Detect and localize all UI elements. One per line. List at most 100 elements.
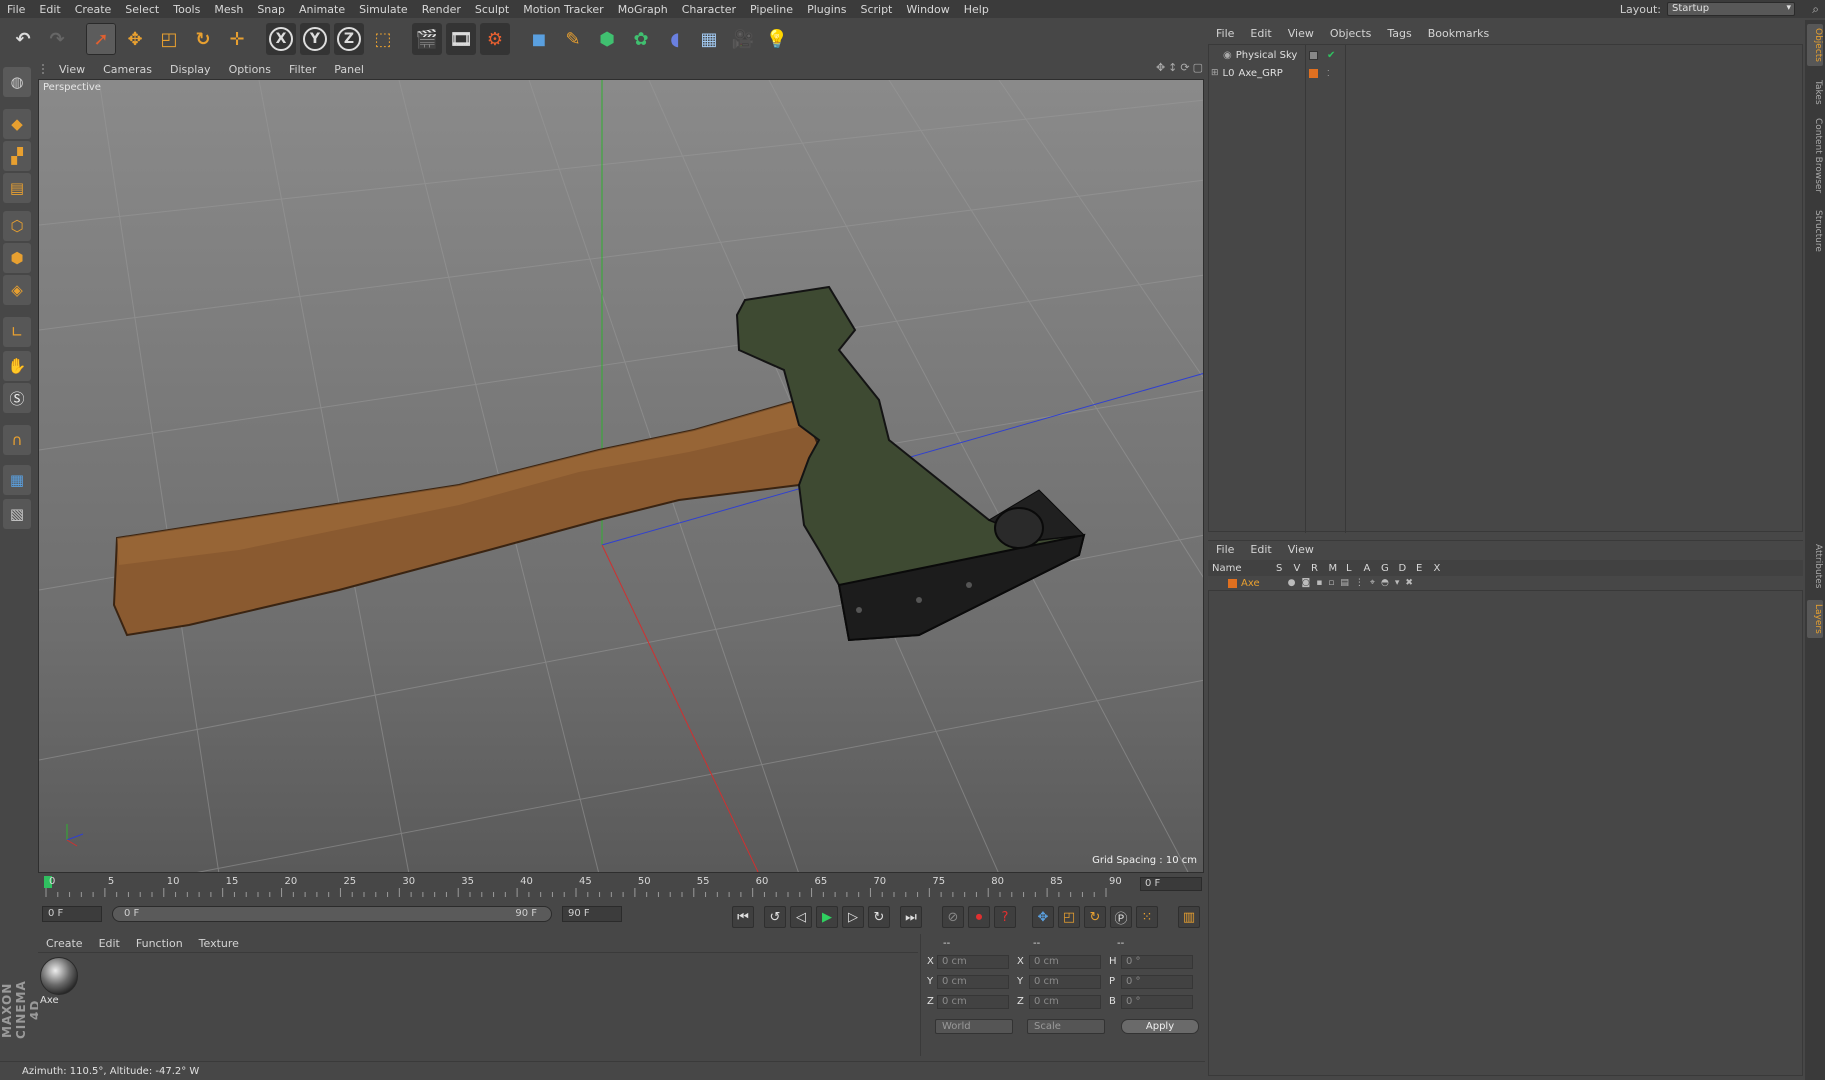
- key-rotation-icon[interactable]: ↻: [1084, 906, 1106, 928]
- object-menu-file[interactable]: File: [1208, 27, 1242, 40]
- autokey-icon[interactable]: ⏺: [968, 906, 990, 928]
- workplane-icon[interactable]: ▤: [3, 173, 31, 203]
- lock-workplane-icon[interactable]: ▧: [3, 499, 31, 529]
- go-to-start-icon[interactable]: ⏮: [732, 906, 754, 928]
- pos-z-field[interactable]: 0 cm: [937, 995, 1009, 1009]
- coordinate-system-dropdown[interactable]: World: [935, 1019, 1013, 1034]
- subdivision-icon[interactable]: ⬢: [592, 23, 622, 55]
- add-icon[interactable]: ✛: [222, 23, 252, 55]
- layer-column-l[interactable]: L: [1346, 563, 1352, 574]
- menu-character[interactable]: Character: [675, 3, 743, 16]
- menu-file[interactable]: File: [0, 3, 32, 16]
- layer-menu-file[interactable]: File: [1208, 543, 1242, 556]
- x-axis-icon[interactable]: X: [266, 23, 296, 55]
- key-pla-icon[interactable]: ⁙: [1136, 906, 1158, 928]
- apply-button[interactable]: Apply: [1121, 1019, 1199, 1034]
- prev-frame-icon[interactable]: ◁: [790, 906, 812, 928]
- pos-y-field[interactable]: 0 cm: [937, 975, 1009, 989]
- rot-b-field[interactable]: 0 °: [1121, 995, 1193, 1009]
- y-axis-icon[interactable]: Y: [300, 23, 330, 55]
- perspective-viewport[interactable]: Perspective Grid Spacing : 10 cm: [38, 79, 1204, 873]
- dolly-icon[interactable]: ↕: [1168, 61, 1177, 74]
- key-scale-icon[interactable]: ◰: [1058, 906, 1080, 928]
- size-z-field[interactable]: 0 cm: [1029, 995, 1101, 1009]
- tab-takes[interactable]: Takes: [1807, 76, 1823, 109]
- material-menu-function[interactable]: Function: [128, 937, 191, 950]
- menu-tools[interactable]: Tools: [166, 3, 207, 16]
- menu-mograph[interactable]: MoGraph: [611, 3, 675, 16]
- range-slider[interactable]: 0 F 90 F: [112, 906, 552, 922]
- object-menu-bookmarks[interactable]: Bookmarks: [1420, 27, 1497, 40]
- tweak-mode-icon[interactable]: ✋: [3, 351, 31, 381]
- material-menu-edit[interactable]: Edit: [91, 937, 128, 950]
- layer-color-swatch[interactable]: [1228, 578, 1237, 588]
- rot-p-field[interactable]: 0 °: [1121, 975, 1193, 989]
- live-select-icon[interactable]: ➚: [86, 23, 116, 55]
- magnet-icon[interactable]: ∩: [3, 425, 31, 455]
- tab-objects[interactable]: Objects: [1807, 24, 1823, 67]
- layer-column-r[interactable]: R: [1311, 563, 1318, 574]
- pan-icon[interactable]: ✥: [1156, 61, 1165, 74]
- material-axe[interactable]: Axe: [40, 957, 80, 1007]
- layout-dropdown[interactable]: Startup: [1667, 2, 1795, 16]
- object-row-physical-sky[interactable]: ◉ Physical Sky ✔: [1209, 47, 1802, 63]
- viewport-menu-cameras[interactable]: Cameras: [94, 63, 161, 76]
- render-picture-viewer-icon[interactable]: 🎞: [446, 23, 476, 55]
- menu-edit[interactable]: Edit: [32, 3, 67, 16]
- pen-icon[interactable]: ✎: [558, 23, 588, 55]
- menu-animate[interactable]: Animate: [292, 3, 352, 16]
- next-frame-icon[interactable]: ▷: [842, 906, 864, 928]
- model-mode-icon[interactable]: ◆: [3, 109, 31, 139]
- move-icon[interactable]: ✥: [120, 23, 150, 55]
- menu-script[interactable]: Script: [853, 3, 899, 16]
- visibility-dots-icon[interactable]: ⁚: [1327, 69, 1330, 78]
- layer-column-name[interactable]: Name: [1212, 563, 1242, 574]
- menu-plugins[interactable]: Plugins: [800, 3, 853, 16]
- keyframe-selection-icon[interactable]: ?: [994, 906, 1016, 928]
- end-frame-field[interactable]: 90 F: [562, 906, 622, 922]
- render-view-icon[interactable]: 🎬: [412, 23, 442, 55]
- go-to-end-icon[interactable]: ⏭: [900, 906, 922, 928]
- tab-structure[interactable]: Structure: [1807, 206, 1823, 256]
- viewport-menu-view[interactable]: View: [50, 63, 94, 76]
- layer-column-e[interactable]: E: [1416, 563, 1422, 574]
- layer-column-v[interactable]: V: [1294, 563, 1301, 574]
- size-y-field[interactable]: 0 cm: [1029, 975, 1101, 989]
- scale-icon[interactable]: ◰: [154, 23, 184, 55]
- object-menu-tags[interactable]: Tags: [1379, 27, 1419, 40]
- light-icon[interactable]: 💡: [762, 23, 792, 55]
- size-x-field[interactable]: 0 cm: [1029, 955, 1101, 969]
- timeline-window-icon[interactable]: ▥: [1178, 906, 1200, 928]
- object-menu-view[interactable]: View: [1280, 27, 1322, 40]
- redo-icon[interactable]: ↷: [42, 23, 72, 55]
- menu-mesh[interactable]: Mesh: [207, 3, 250, 16]
- expand-icon[interactable]: ⊞: [1211, 68, 1219, 78]
- menu-sculpt[interactable]: Sculpt: [468, 3, 516, 16]
- layer-column-s[interactable]: S: [1276, 563, 1282, 574]
- layer-column-a[interactable]: A: [1364, 563, 1371, 574]
- menu-create[interactable]: Create: [68, 3, 119, 16]
- menu-pipeline[interactable]: Pipeline: [743, 3, 800, 16]
- search-icon[interactable]: ⌕: [1812, 2, 1819, 17]
- snap-icon[interactable]: Ⓢ: [3, 383, 31, 413]
- floor-icon[interactable]: ▦: [694, 23, 724, 55]
- layer-column-m[interactable]: M: [1329, 563, 1338, 574]
- undo-icon[interactable]: ↶: [8, 23, 38, 55]
- viewport-menu-options[interactable]: Options: [220, 63, 280, 76]
- menu-render[interactable]: Render: [415, 3, 468, 16]
- pos-x-field[interactable]: 0 cm: [937, 955, 1009, 969]
- menu-select[interactable]: Select: [118, 3, 166, 16]
- mode-dropdown[interactable]: Scale: [1027, 1019, 1105, 1034]
- material-menu-texture[interactable]: Texture: [191, 937, 247, 950]
- menu-help[interactable]: Help: [957, 3, 996, 16]
- tab-content-browser[interactable]: Content Browser: [1807, 114, 1823, 197]
- rotate-icon[interactable]: ↻: [188, 23, 218, 55]
- z-axis-icon[interactable]: Z: [334, 23, 364, 55]
- prev-key-icon[interactable]: ↺: [764, 906, 786, 928]
- key-position-icon[interactable]: ✥: [1032, 906, 1054, 928]
- tab-layers[interactable]: Layers: [1807, 600, 1823, 638]
- material-menu-create[interactable]: Create: [38, 937, 91, 950]
- layer-column-d[interactable]: D: [1399, 563, 1407, 574]
- maximize-icon[interactable]: ▢: [1193, 61, 1203, 74]
- deformer-icon[interactable]: ◖: [660, 23, 690, 55]
